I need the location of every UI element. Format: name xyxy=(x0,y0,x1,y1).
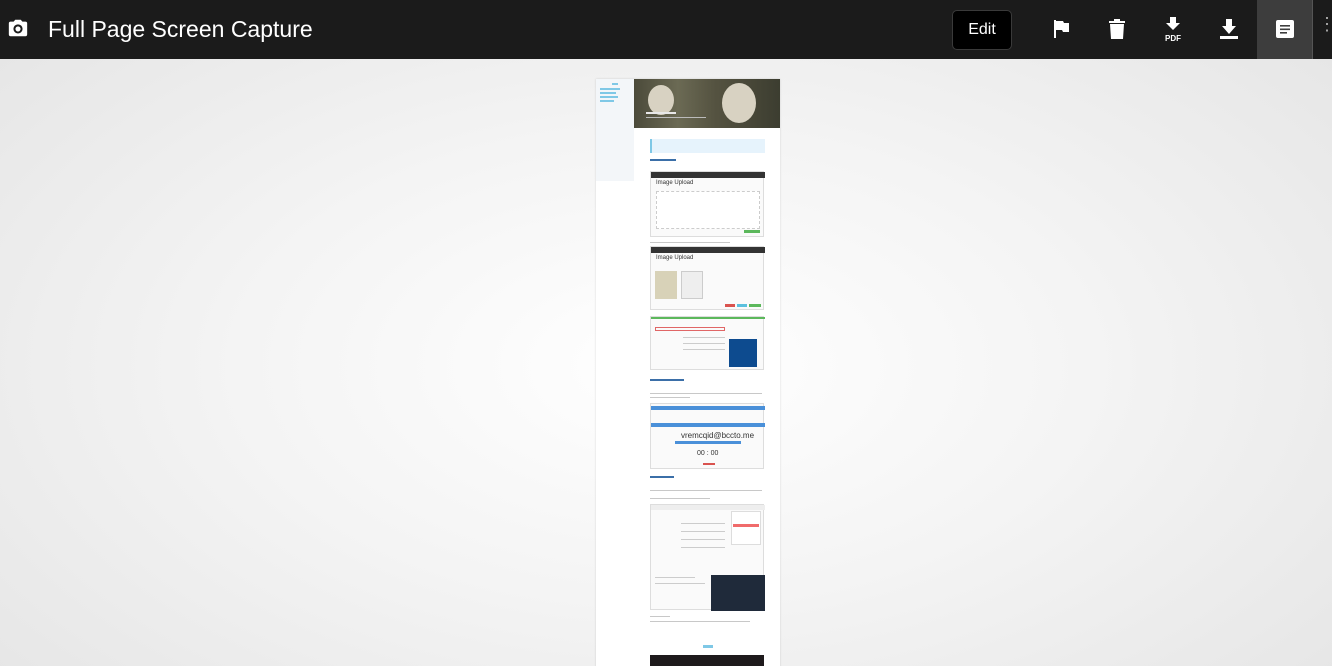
camera-icon xyxy=(7,17,29,39)
more-icon[interactable]: ⋮ xyxy=(1318,14,1332,35)
pdf-label: PDF xyxy=(1165,34,1181,43)
trash-icon[interactable] xyxy=(1102,14,1132,44)
download-icon[interactable] xyxy=(1214,14,1244,44)
edit-button[interactable]: Edit xyxy=(952,10,1012,50)
preview-screenshot-3 xyxy=(650,316,765,370)
app-title: Full Page Screen Capture xyxy=(48,16,313,42)
preview-screenshot-5 xyxy=(650,504,765,611)
top-toolbar: Full Page Screen Capture Edit PDF ⋮ xyxy=(0,0,1332,59)
preview-screenshot-1: Image Upload xyxy=(650,171,765,237)
screenshot-preview[interactable]: Image Upload Image Upload vremcqid@bccto… xyxy=(596,79,780,666)
notes-icon[interactable] xyxy=(1270,14,1300,44)
shot1-title: Image Upload xyxy=(656,180,694,186)
flag-icon[interactable] xyxy=(1046,14,1076,44)
preview-screenshot-2: Image Upload xyxy=(650,246,765,310)
download-pdf-icon[interactable]: PDF xyxy=(1158,14,1188,44)
preview-hero-image xyxy=(634,79,780,128)
toolbar-divider xyxy=(1312,0,1313,59)
preview-sidebar xyxy=(596,79,634,181)
preview-screenshot-4: vremcqid@bccto.me 00 : 00 xyxy=(650,403,765,469)
timer-display: 00 : 00 xyxy=(697,450,719,457)
shot2-title: Image Upload xyxy=(656,255,694,261)
temp-email-address: vremcqid@bccto.me xyxy=(681,431,755,440)
